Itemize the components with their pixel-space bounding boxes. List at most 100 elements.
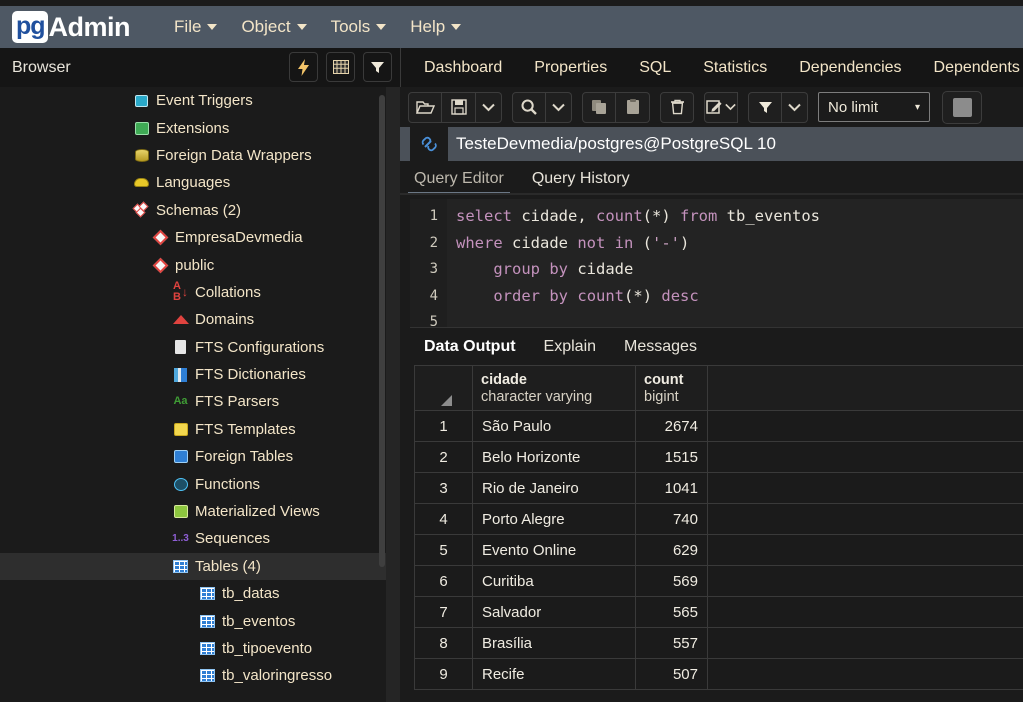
tree-item-tables-4[interactable]: Tables (4) xyxy=(0,552,386,581)
column-header-cidade[interactable]: cidade character varying xyxy=(472,365,636,411)
cell-count[interactable]: 565 xyxy=(635,596,708,628)
row-number[interactable]: 9 xyxy=(414,658,473,690)
cell-cidade[interactable]: Recife xyxy=(472,658,636,690)
sql-editor[interactable]: 12345 select cidade, count(*) from tb_ev… xyxy=(410,199,1023,330)
table-row[interactable]: 9 Recife 507 xyxy=(414,658,1023,690)
cell-cidade[interactable]: Belo Horizonte xyxy=(472,441,636,473)
tree-item-fts-configurations[interactable]: FTS Configurations xyxy=(0,334,386,361)
tab-statistics[interactable]: Statistics xyxy=(687,59,783,77)
cell-cidade[interactable]: Evento Online xyxy=(472,534,636,566)
tree-item-event-triggers[interactable]: Event Triggers xyxy=(0,87,386,114)
tab-query-editor[interactable]: Query Editor xyxy=(400,170,518,195)
save-options-caret[interactable] xyxy=(476,91,502,123)
tab-sql[interactable]: SQL xyxy=(623,59,687,77)
table-row[interactable]: 3 Rio de Janeiro 1041 xyxy=(414,472,1023,504)
copy-button[interactable] xyxy=(582,91,616,123)
tree-item-extensions[interactable]: Extensions xyxy=(0,114,386,141)
tree-item-collations[interactable]: A B ↓ Collations xyxy=(0,279,386,306)
menu-file[interactable]: File xyxy=(162,13,229,41)
cell-count[interactable]: 569 xyxy=(635,565,708,597)
table-row[interactable]: 1 São Paulo 2674 xyxy=(414,410,1023,442)
cell-cidade[interactable]: Rio de Janeiro xyxy=(472,472,636,504)
tree-item-tb-tipoevento[interactable]: tb_tipoevento xyxy=(0,635,386,662)
cell-count[interactable]: 1041 xyxy=(635,472,708,504)
tab-query-history[interactable]: Query History xyxy=(518,170,644,195)
open-file-button[interactable] xyxy=(408,91,442,123)
table-row[interactable]: 8 Brasília 557 xyxy=(414,627,1023,659)
tree-item-functions[interactable]: Functions xyxy=(0,470,386,497)
cell-cidade[interactable]: São Paulo xyxy=(472,410,636,442)
tree-item-tb-eventos[interactable]: tb_eventos xyxy=(0,607,386,634)
tree-item-languages[interactable]: Languages xyxy=(0,169,386,196)
tab-dependencies[interactable]: Dependencies xyxy=(783,59,917,77)
grid-view-icon[interactable] xyxy=(326,52,355,82)
cell-cidade[interactable]: Brasília xyxy=(472,627,636,659)
tab-explain[interactable]: Explain xyxy=(530,338,610,356)
edit-button[interactable] xyxy=(704,91,738,123)
quick-action-icon[interactable] xyxy=(289,52,318,82)
row-number[interactable]: 1 xyxy=(414,410,473,442)
cell-count[interactable]: 507 xyxy=(635,658,708,690)
table-row[interactable]: 5 Evento Online 629 xyxy=(414,534,1023,566)
cell-count[interactable]: 2674 xyxy=(635,410,708,442)
row-number[interactable]: 6 xyxy=(414,565,473,597)
table-row[interactable]: 4 Porto Alegre 740 xyxy=(414,503,1023,535)
tree-vertical-scrollbar[interactable] xyxy=(379,95,385,567)
cell-count[interactable]: 740 xyxy=(635,503,708,535)
paste-button[interactable] xyxy=(616,91,650,123)
code-token: count xyxy=(577,286,625,305)
filter-options-caret[interactable] xyxy=(782,91,808,123)
table-row[interactable]: 2 Belo Horizonte 1515 xyxy=(414,441,1023,473)
cell-cidade[interactable]: Curitiba xyxy=(472,565,636,597)
menu-help[interactable]: Help xyxy=(398,13,473,41)
row-limit-select[interactable]: No limit ▾ xyxy=(818,92,930,122)
tab-dependents[interactable]: Dependents xyxy=(918,59,1023,77)
code-token: in xyxy=(614,233,634,252)
cell-count[interactable]: 557 xyxy=(635,627,708,659)
row-number[interactable]: 7 xyxy=(414,596,473,628)
save-file-button[interactable] xyxy=(442,91,476,123)
table-row[interactable]: 7 Salvador 565 xyxy=(414,596,1023,628)
tree-item-foreign-data-wrappers[interactable]: Foreign Data Wrappers xyxy=(0,142,386,169)
tab-messages[interactable]: Messages xyxy=(610,338,711,356)
tree-item-fts-templates[interactable]: FTS Templates xyxy=(0,416,386,443)
tab-properties[interactable]: Properties xyxy=(518,59,623,77)
find-options-caret[interactable] xyxy=(546,91,572,123)
delete-button[interactable] xyxy=(660,91,694,123)
editor-line-number: 3 xyxy=(429,261,438,277)
cell-count[interactable]: 1515 xyxy=(635,441,708,473)
code-token: '-' xyxy=(652,233,681,252)
tree-item-materialized-views[interactable]: Materialized Views xyxy=(0,498,386,525)
tree-item-domains[interactable]: Domains xyxy=(0,306,386,333)
tree-item-public[interactable]: public xyxy=(0,251,386,278)
tree-item-fts-parsers[interactable]: Aa FTS Parsers xyxy=(0,388,386,415)
results-grid[interactable]: cidade character varying count bigint 1S… xyxy=(414,365,1023,702)
cell-cidade[interactable]: Salvador xyxy=(472,596,636,628)
menu-object[interactable]: Object xyxy=(229,13,318,41)
column-header-count[interactable]: count bigint xyxy=(635,365,708,411)
row-number[interactable]: 2 xyxy=(414,441,473,473)
tree-item-sequences[interactable]: 1..3 Sequences xyxy=(0,525,386,552)
tab-dashboard[interactable]: Dashboard xyxy=(408,59,518,77)
find-button[interactable] xyxy=(512,91,546,123)
cell-cidade[interactable]: Porto Alegre xyxy=(472,503,636,535)
tab-data-output[interactable]: Data Output xyxy=(410,338,530,356)
tree-item-schemas-2[interactable]: Schemas (2) xyxy=(0,197,386,224)
tree-item-empresadevmedia[interactable]: EmpresaDevmedia xyxy=(0,224,386,251)
row-number[interactable]: 8 xyxy=(414,627,473,659)
menu-tools[interactable]: Tools xyxy=(319,13,399,41)
filter-icon[interactable] xyxy=(363,52,392,82)
tree-item-tb-datas[interactable]: tb_datas xyxy=(0,580,386,607)
stop-query-button[interactable] xyxy=(942,90,982,124)
row-number[interactable]: 4 xyxy=(414,503,473,535)
editor-code-area[interactable]: select cidade, count(*) from tb_eventos w… xyxy=(447,199,1023,327)
cell-count[interactable]: 629 xyxy=(635,534,708,566)
filter-button[interactable] xyxy=(748,91,782,123)
row-number[interactable]: 5 xyxy=(414,534,473,566)
row-number[interactable]: 3 xyxy=(414,472,473,504)
tree-item-foreign-tables[interactable]: Foreign Tables xyxy=(0,443,386,470)
tree-item-tb-valoringresso[interactable]: tb_valoringresso xyxy=(0,662,386,689)
tree-item-fts-dictionaries[interactable]: FTS Dictionaries xyxy=(0,361,386,388)
table-row[interactable]: 6 Curitiba 569 xyxy=(414,565,1023,597)
object-browser-tree[interactable]: Event Triggers Extensions Foreign Data Wra… xyxy=(0,87,386,702)
